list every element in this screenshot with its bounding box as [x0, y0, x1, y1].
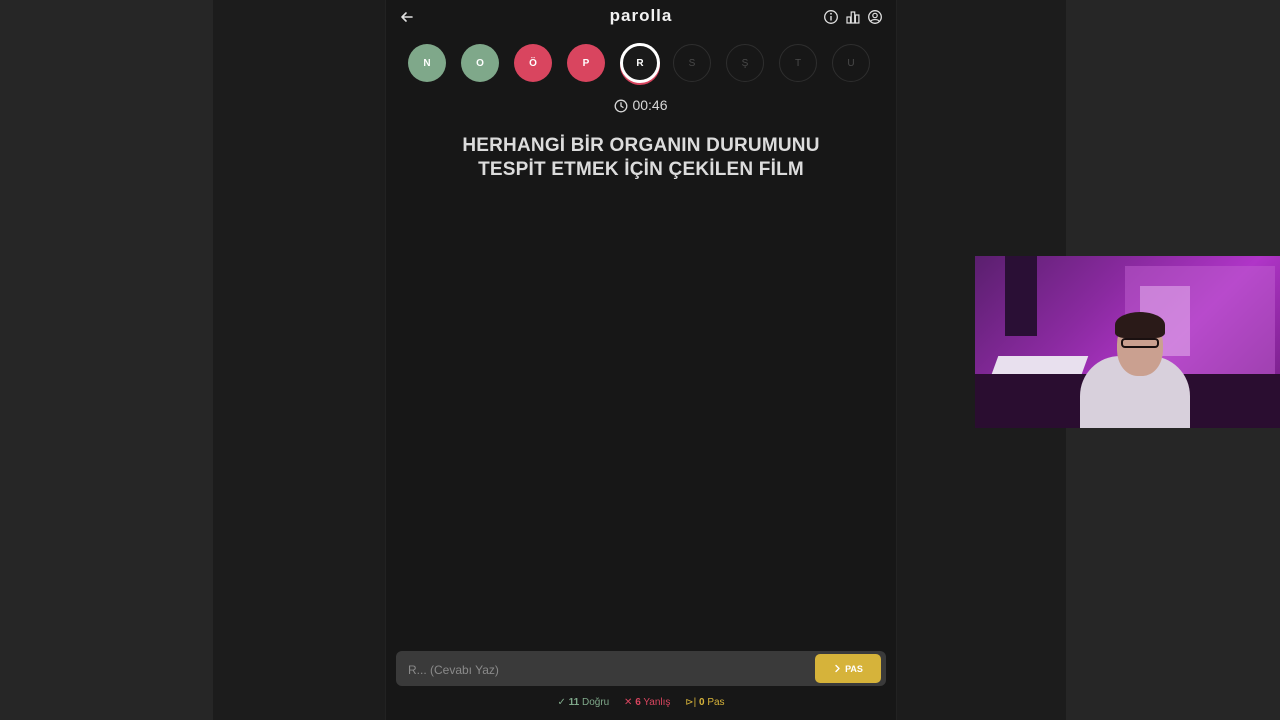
question-line-2: TESPİT ETMEK İÇİN ÇEKİLEN FİLM [478, 159, 804, 180]
pass-stat-label: Pas [707, 697, 725, 708]
webcam-person-glasses [1121, 338, 1159, 348]
webcam-overlay [975, 256, 1280, 428]
user-icon [868, 10, 882, 24]
correct-count: 11 [568, 697, 580, 708]
letter-o: O [461, 44, 499, 82]
letter-n: N [408, 44, 446, 82]
timer: 00:46 [386, 97, 896, 113]
answer-bar: PAS [396, 651, 886, 688]
letter-s-cedilla: Ş [726, 44, 764, 82]
correct-label: Doğru [581, 697, 610, 708]
letter-u: U [832, 44, 870, 82]
pass-count: 0 [698, 697, 705, 708]
webcam-person-hair [1115, 312, 1165, 338]
pass-stat: ⊳| 0 Pas [685, 697, 725, 708]
info-button[interactable] [823, 9, 839, 25]
score-summary: ✓ 11 Doğru ✕ 6 Yanlış ⊳| 0 Pas [386, 697, 896, 708]
letter-p: P [567, 44, 605, 82]
letter-r-active: R [620, 43, 660, 83]
wrong-stat: ✕ 6 Yanlış [624, 697, 671, 708]
question-line-1: HERHANGİ BİR ORGANIN DURUMUNU [462, 135, 820, 156]
pass-button-label: PAS [845, 663, 863, 674]
clock-icon [615, 99, 628, 113]
correct-stat: ✓ 11 Doğru [557, 697, 610, 708]
letter-progress: N O Ö P R S Ş T U [408, 43, 878, 84]
letter-s: S [673, 44, 711, 82]
game-panel: parolla N O Ö P R S Ş T U 00:46 HERHANGİ… [385, 0, 897, 720]
pass-button[interactable]: PAS [815, 654, 881, 683]
wrong-count: 6 [635, 697, 641, 708]
info-icon [824, 10, 838, 24]
wrong-label: Yanlış [643, 697, 671, 708]
chevron-right-icon [835, 664, 840, 673]
timer-value: 00:46 [632, 97, 668, 113]
webcam-poster [1005, 256, 1037, 336]
header: parolla [386, 0, 896, 34]
answer-input[interactable] [406, 651, 810, 688]
letter-o-umlaut: Ö [514, 44, 552, 82]
stats-button[interactable] [845, 9, 861, 25]
webcam-keyboard [991, 356, 1089, 374]
left-gutter [0, 0, 213, 720]
question-text: HERHANGİ BİR ORGANIN DURUMUNU TESPİT ETM… [426, 134, 856, 182]
app-logo: parolla [609, 6, 673, 25]
stats-icon [846, 11, 860, 24]
profile-button[interactable] [867, 9, 883, 25]
letter-t: T [779, 44, 817, 82]
